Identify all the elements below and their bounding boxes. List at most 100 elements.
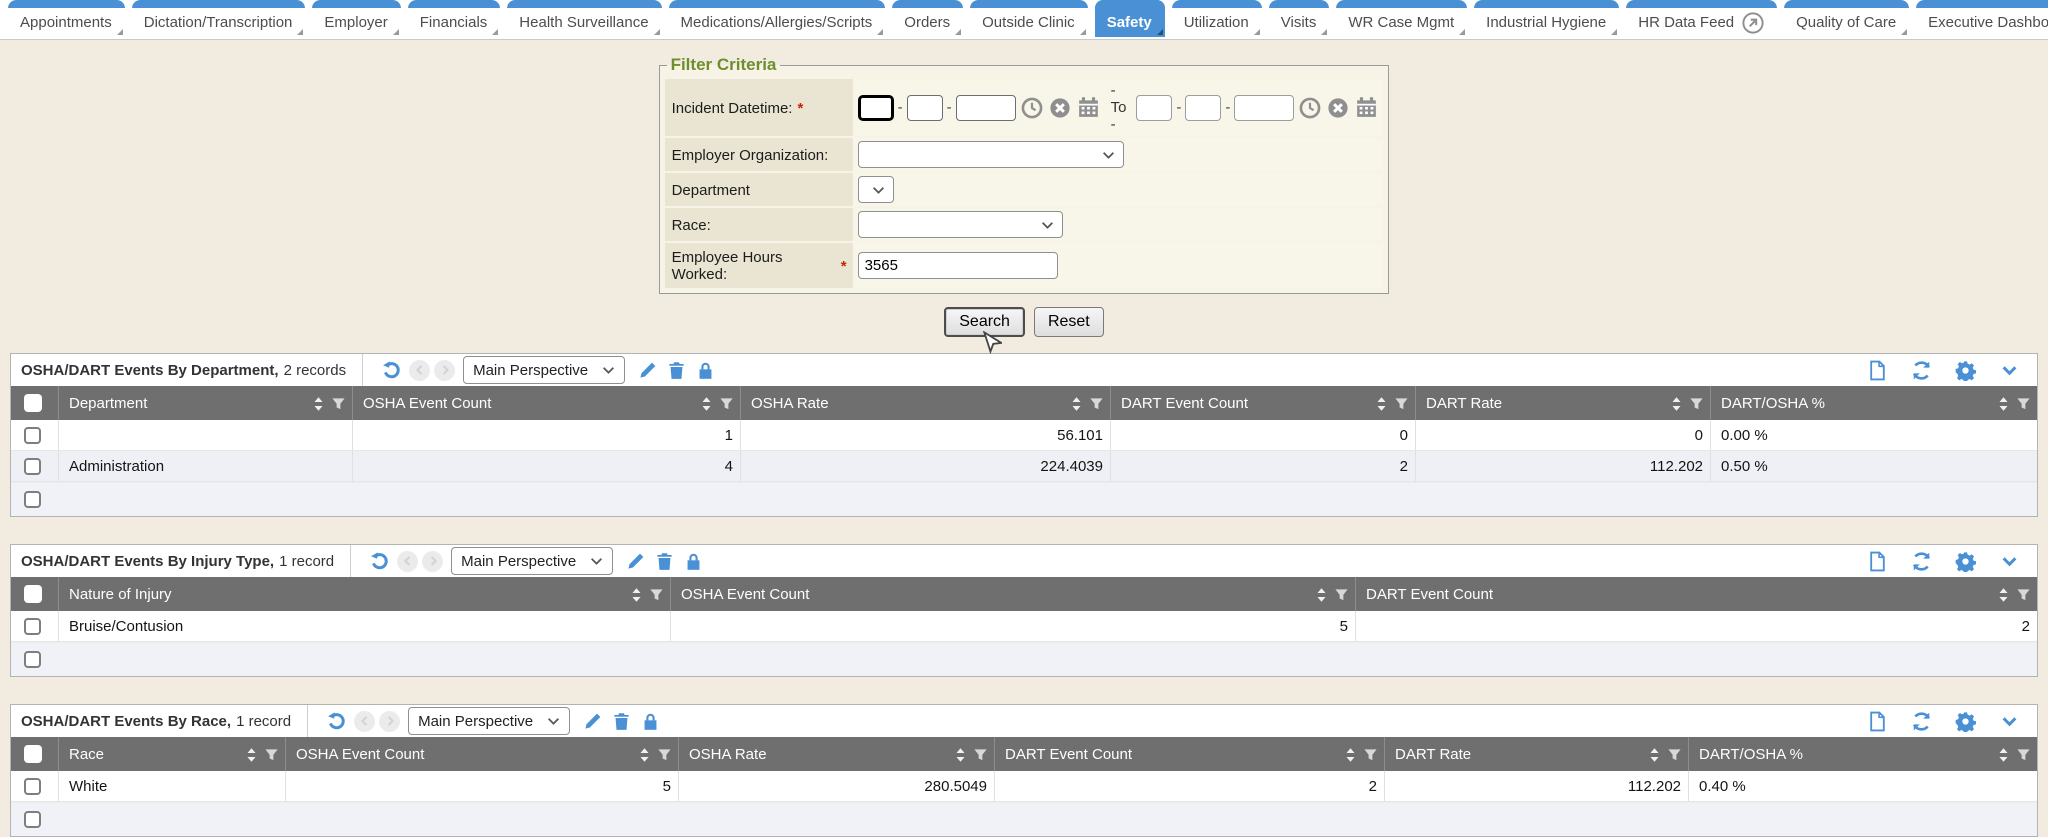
perspective-select[interactable]: Main Perspective bbox=[408, 707, 570, 735]
tab-medications-allergies-scripts[interactable]: Medications/Allergies/Scripts bbox=[669, 0, 886, 37]
sort-icon[interactable] bbox=[701, 394, 712, 411]
new-document-icon[interactable] bbox=[1867, 551, 1888, 572]
table-row[interactable]: 1 56.101 0 0 0.00 % bbox=[11, 420, 2037, 451]
column-header-osha-rate[interactable]: OSHA Rate bbox=[679, 737, 995, 771]
filter-funnel-icon[interactable] bbox=[973, 746, 988, 763]
row-checkbox[interactable] bbox=[24, 458, 41, 475]
prev-icon[interactable] bbox=[397, 551, 418, 572]
column-header-osha-rate[interactable]: OSHA Rate bbox=[741, 386, 1111, 420]
sort-icon[interactable] bbox=[1998, 585, 2009, 602]
tab-executive-dashboard[interactable]: Executive Dashboard bbox=[1916, 0, 2048, 37]
column-header-department[interactable]: Department bbox=[59, 386, 353, 420]
row-checkbox[interactable] bbox=[24, 491, 41, 508]
refresh-icon[interactable] bbox=[1911, 360, 1932, 381]
sort-icon[interactable] bbox=[1376, 394, 1387, 411]
delete-trash-icon[interactable] bbox=[612, 712, 631, 731]
filter-funnel-icon[interactable] bbox=[719, 395, 734, 412]
table-row[interactable]: Bruise/Contusion 5 2 bbox=[11, 611, 2037, 642]
edit-pencil-icon[interactable] bbox=[626, 552, 645, 571]
sort-icon[interactable] bbox=[246, 745, 257, 762]
clear-icon[interactable] bbox=[1049, 97, 1071, 119]
edit-pencil-icon[interactable] bbox=[638, 361, 657, 380]
clock-icon[interactable] bbox=[1021, 97, 1043, 119]
sort-icon[interactable] bbox=[1071, 394, 1082, 411]
filter-funnel-icon[interactable] bbox=[1689, 395, 1704, 412]
new-document-icon[interactable] bbox=[1867, 711, 1888, 732]
column-header-nature-of-injury[interactable]: Nature of Injury bbox=[59, 577, 671, 611]
tab-orders[interactable]: Orders bbox=[892, 0, 963, 37]
filter-funnel-icon[interactable] bbox=[264, 746, 279, 763]
calendar-icon[interactable] bbox=[1077, 96, 1100, 119]
row-checkbox[interactable] bbox=[24, 618, 41, 635]
clear-icon[interactable] bbox=[1327, 97, 1349, 119]
sort-icon[interactable] bbox=[1998, 394, 2009, 411]
tab-visits[interactable]: Visits bbox=[1269, 0, 1330, 37]
filter-funnel-icon[interactable] bbox=[2016, 746, 2031, 763]
tab-financials[interactable]: Financials bbox=[408, 0, 501, 37]
tab-industrial-hygiene[interactable]: Industrial Hygiene bbox=[1474, 0, 1619, 37]
column-header-dart-osha-pct[interactable]: DART/OSHA % bbox=[1689, 737, 2037, 771]
tab-health-surveillance[interactable]: Health Surveillance bbox=[507, 0, 661, 37]
collapse-chevron-icon[interactable] bbox=[1999, 553, 2020, 570]
refresh-icon[interactable] bbox=[1911, 551, 1932, 572]
undo-icon[interactable] bbox=[369, 551, 390, 572]
sort-icon[interactable] bbox=[313, 394, 324, 411]
collapse-chevron-icon[interactable] bbox=[1999, 713, 2020, 730]
department-select[interactable] bbox=[858, 176, 894, 203]
incident-from-month-input[interactable] bbox=[858, 95, 894, 121]
column-header-osha-event-count[interactable]: OSHA Event Count bbox=[671, 577, 1356, 611]
table-row[interactable]: Administration 4 224.4039 2 112.202 0.50… bbox=[11, 451, 2037, 482]
next-icon[interactable] bbox=[422, 551, 443, 572]
incident-from-day-input[interactable] bbox=[907, 95, 943, 121]
incident-to-month-input[interactable] bbox=[1136, 95, 1172, 121]
sort-icon[interactable] bbox=[955, 745, 966, 762]
filter-funnel-icon[interactable] bbox=[1667, 746, 1682, 763]
row-checkbox[interactable] bbox=[24, 427, 41, 444]
lock-icon[interactable] bbox=[684, 552, 703, 571]
lock-icon[interactable] bbox=[696, 361, 715, 380]
external-link-icon[interactable] bbox=[1742, 12, 1764, 34]
tab-utilization[interactable]: Utilization bbox=[1172, 0, 1262, 37]
row-checkbox[interactable] bbox=[24, 811, 41, 828]
next-icon[interactable] bbox=[379, 711, 400, 732]
column-header-dart-event-count[interactable]: DART Event Count bbox=[995, 737, 1385, 771]
tab-hr-data-feed[interactable]: HR Data Feed bbox=[1626, 0, 1777, 37]
column-header-osha-event-count[interactable]: OSHA Event Count bbox=[286, 737, 679, 771]
tab-quality-of-care[interactable]: Quality of Care bbox=[1784, 0, 1909, 37]
column-header-dart-event-count[interactable]: DART Event Count bbox=[1111, 386, 1416, 420]
tab-wr-case-mgmt[interactable]: WR Case Mgmt bbox=[1336, 0, 1467, 37]
tab-safety[interactable]: Safety bbox=[1095, 0, 1165, 37]
column-header-osha-event-count[interactable]: OSHA Event Count bbox=[353, 386, 741, 420]
row-checkbox[interactable] bbox=[24, 778, 41, 795]
table-row[interactable]: White 5 280.5049 2 112.202 0.40 % bbox=[11, 771, 2037, 802]
tab-dictation-transcription[interactable]: Dictation/Transcription bbox=[132, 0, 306, 37]
filter-funnel-icon[interactable] bbox=[657, 746, 672, 763]
incident-from-year-input[interactable] bbox=[956, 95, 1016, 121]
perspective-select[interactable]: Main Perspective bbox=[463, 356, 625, 384]
tab-employer[interactable]: Employer bbox=[312, 0, 400, 37]
column-header-dart-event-count[interactable]: DART Event Count bbox=[1356, 577, 2037, 611]
column-header-dart-rate[interactable]: DART Rate bbox=[1385, 737, 1689, 771]
incident-to-day-input[interactable] bbox=[1185, 95, 1221, 121]
select-all-checkbox[interactable] bbox=[24, 585, 42, 603]
select-all-checkbox[interactable] bbox=[24, 745, 42, 763]
sort-icon[interactable] bbox=[1671, 394, 1682, 411]
settings-gear-icon[interactable] bbox=[1955, 711, 1976, 732]
column-header-race[interactable]: Race bbox=[59, 737, 286, 771]
filter-funnel-icon[interactable] bbox=[2016, 395, 2031, 412]
new-document-icon[interactable] bbox=[1867, 360, 1888, 381]
sort-icon[interactable] bbox=[1316, 585, 1327, 602]
refresh-icon[interactable] bbox=[1911, 711, 1932, 732]
column-header-dart-osha-pct[interactable]: DART/OSHA % bbox=[1711, 386, 2037, 420]
incident-to-year-input[interactable] bbox=[1234, 95, 1294, 121]
filter-funnel-icon[interactable] bbox=[1089, 395, 1104, 412]
delete-trash-icon[interactable] bbox=[655, 552, 674, 571]
settings-gear-icon[interactable] bbox=[1955, 360, 1976, 381]
tab-outside-clinic[interactable]: Outside Clinic bbox=[970, 0, 1088, 37]
race-select[interactable] bbox=[858, 211, 1063, 238]
clock-icon[interactable] bbox=[1299, 97, 1321, 119]
delete-trash-icon[interactable] bbox=[667, 361, 686, 380]
filter-funnel-icon[interactable] bbox=[1394, 395, 1409, 412]
filter-funnel-icon[interactable] bbox=[1363, 746, 1378, 763]
sort-icon[interactable] bbox=[1998, 745, 2009, 762]
